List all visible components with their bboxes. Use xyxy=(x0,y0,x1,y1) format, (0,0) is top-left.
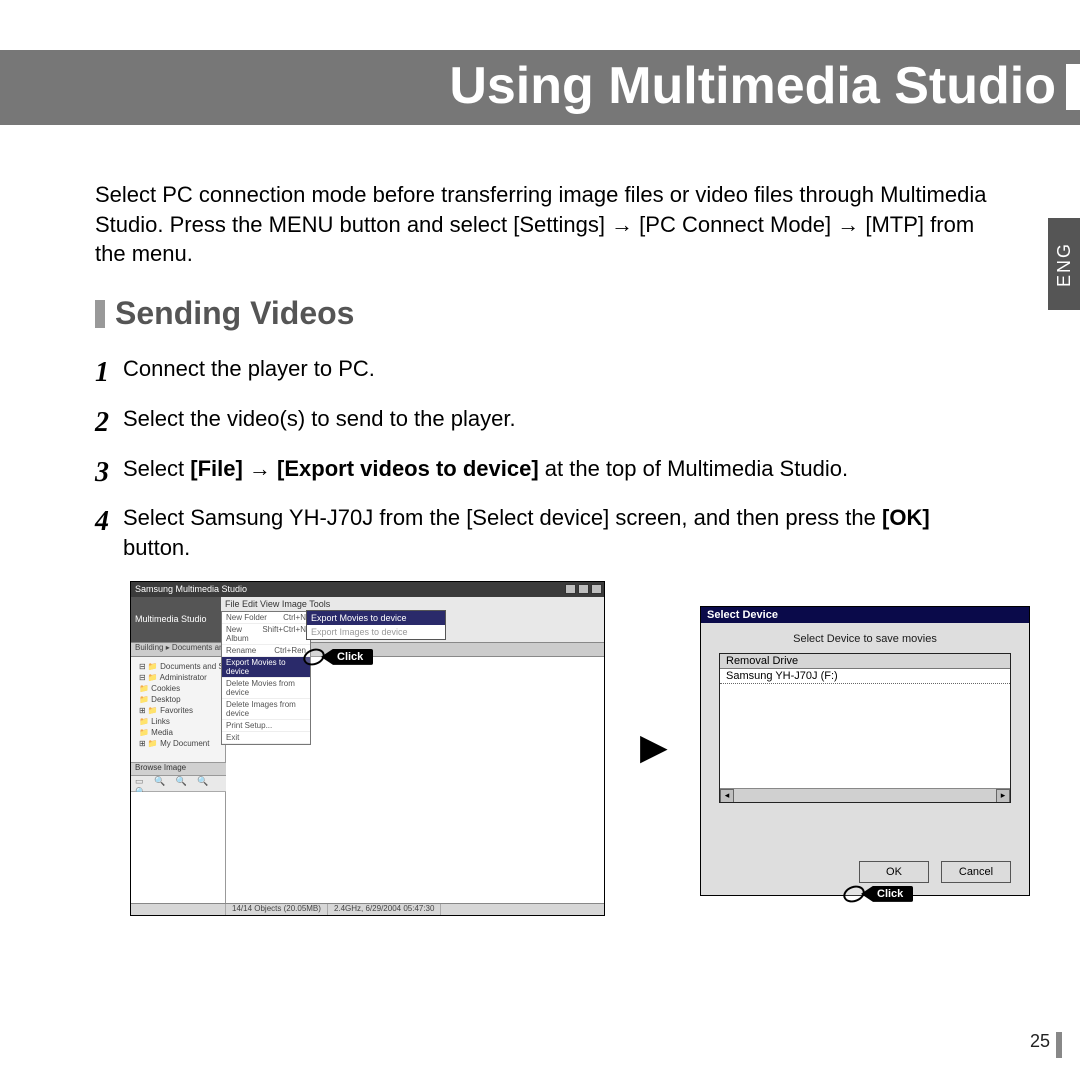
tree-node[interactable]: ⊟ 📁 Administrator xyxy=(133,672,223,683)
menu-item-delete-images[interactable]: Delete Images from device xyxy=(222,699,310,720)
step-number: 4 xyxy=(95,503,115,541)
scroll-right-button[interactable]: ▸ xyxy=(996,789,1010,803)
step-text: Select the video(s) to send to the playe… xyxy=(123,404,516,434)
section-title: Sending Videos xyxy=(115,295,354,332)
close-button[interactable] xyxy=(591,584,602,594)
device-list-item[interactable]: Samsung YH-J70J (F:) xyxy=(720,669,1010,684)
menu-item-new-folder[interactable]: New FolderCtrl+N xyxy=(222,612,310,624)
submenu-export-movies[interactable]: Export Movies to device xyxy=(307,611,445,625)
device-list[interactable]: Removal Drive Samsung YH-J70J (F:) ◂ ▸ xyxy=(719,653,1011,803)
cancel-button[interactable]: Cancel xyxy=(941,861,1011,883)
step-4: 4 Select Samsung YH-J70J from the [Selec… xyxy=(95,503,995,562)
menu-item-exit[interactable]: Exit xyxy=(222,732,310,744)
export-submenu: Export Movies to device Export Images to… xyxy=(306,610,446,640)
menu-item-delete-movies[interactable]: Delete Movies from device xyxy=(222,678,310,699)
menu-items[interactable]: File Edit View Image Tools xyxy=(221,597,604,611)
tree-node[interactable]: 📁 Links xyxy=(133,716,223,727)
menu-item-rename[interactable]: RenameCtrl+Ren xyxy=(222,645,310,657)
dialog-buttons: OK Cancel xyxy=(859,861,1011,883)
step-text: Select [File] → [Export videos to device… xyxy=(123,454,848,484)
step-text: Connect the player to PC. xyxy=(123,354,375,384)
page-number-rule xyxy=(1056,1032,1062,1058)
intro-paragraph: Select PC connection mode before transfe… xyxy=(95,180,995,269)
step-text: Select Samsung YH-J70J from the [Select … xyxy=(123,503,995,562)
t: at the top of Multimedia Studio. xyxy=(539,456,848,481)
select-device-dialog: Select Device Select Device to save movi… xyxy=(700,606,1030,896)
tree-node[interactable]: ⊟ 📁 Documents and Sett xyxy=(133,661,223,672)
tree-node[interactable]: 📁 Desktop xyxy=(133,694,223,705)
language-tab-label: ENG xyxy=(1054,241,1075,286)
t: button. xyxy=(123,535,190,560)
tree-node[interactable]: 📁 Cookies xyxy=(133,683,223,694)
app-body: ⊟ 📁 Documents and Sett ⊟ 📁 Administrator… xyxy=(131,657,604,903)
window-titlebar[interactable]: Samsung Multimedia Studio xyxy=(131,582,604,597)
ok-button[interactable]: OK xyxy=(859,861,929,883)
dialog-prompt: Select Device to save movies xyxy=(701,623,1029,653)
menu-item-new-album[interactable]: New AlbumShift+Ctrl+N xyxy=(222,624,310,645)
step-2: 2 Select the video(s) to send to the pla… xyxy=(95,404,995,442)
menu-item-print-setup[interactable]: Print Setup... xyxy=(222,720,310,732)
section-header: Sending Videos xyxy=(95,295,995,332)
window-title: Samsung Multimedia Studio xyxy=(135,584,247,594)
bold: [File] → [Export videos to device] xyxy=(190,456,538,481)
menu-item-export-movies[interactable]: Export Movies to device xyxy=(222,657,310,678)
thumb-panel xyxy=(131,792,226,903)
step-3: 3 Select [File] → [Export videos to devi… xyxy=(95,454,995,492)
page-number: 25 xyxy=(1030,1031,1050,1052)
tree-node[interactable]: 📁 Media xyxy=(133,727,223,738)
header-end-rule xyxy=(1066,64,1080,110)
file-menu-open: New FolderCtrl+N New AlbumShift+Ctrl+N R… xyxy=(221,611,311,745)
multimedia-studio-window: Samsung Multimedia Studio Multimedia Stu… xyxy=(130,581,605,916)
tree-node[interactable]: ⊞ 📁 Favorites xyxy=(133,705,223,716)
bold: [OK] xyxy=(882,505,930,530)
page-title: Using Multimedia Studio xyxy=(449,56,1056,116)
language-tab: ENG xyxy=(1048,218,1080,310)
minimize-button[interactable] xyxy=(565,584,576,594)
content-area: Select PC connection mode before transfe… xyxy=(95,180,995,941)
maximize-button[interactable] xyxy=(578,584,589,594)
step-1: 1 Connect the player to PC. xyxy=(95,354,995,392)
screenshot-row: Samsung Multimedia Studio Multimedia Stu… xyxy=(95,581,995,941)
step-number: 2 xyxy=(95,404,115,442)
step-number: 3 xyxy=(95,454,115,492)
window-buttons xyxy=(565,584,602,594)
browse-image-label: Browse Image xyxy=(131,762,226,776)
t: Select Samsung YH-J70J from the [Select … xyxy=(123,505,882,530)
dialog-title[interactable]: Select Device xyxy=(701,607,1029,623)
app-brand: Multimedia Studio xyxy=(131,597,221,642)
status-info: 2.4GHz, 6/29/2004 05:47:30 xyxy=(328,904,442,915)
section-accent-bar xyxy=(95,300,105,328)
status-objects: 14/14 Objects (20.05MB) xyxy=(226,904,328,915)
horizontal-scrollbar[interactable]: ◂ ▸ xyxy=(720,788,1010,802)
folder-tree[interactable]: ⊟ 📁 Documents and Sett ⊟ 📁 Administrator… xyxy=(131,657,226,762)
tree-node[interactable]: ⊞ 📁 My Document xyxy=(133,738,223,749)
page-header-band: Using Multimedia Studio xyxy=(0,50,1080,125)
thumbnail-tools[interactable]: ▭ 🔍 🔍 🔍 🔍 xyxy=(131,776,226,792)
submenu-export-images[interactable]: Export Images to device xyxy=(307,625,445,639)
flow-arrow-icon: ▶ xyxy=(640,726,668,768)
status-bar: 14/14 Objects (20.05MB) 2.4GHz, 6/29/200… xyxy=(131,903,604,915)
step-number: 1 xyxy=(95,354,115,392)
device-group-header: Removal Drive xyxy=(720,654,1010,669)
steps-list: 1 Connect the player to PC. 2 Select the… xyxy=(95,354,995,563)
scroll-left-button[interactable]: ◂ xyxy=(720,789,734,803)
t: Select xyxy=(123,456,190,481)
